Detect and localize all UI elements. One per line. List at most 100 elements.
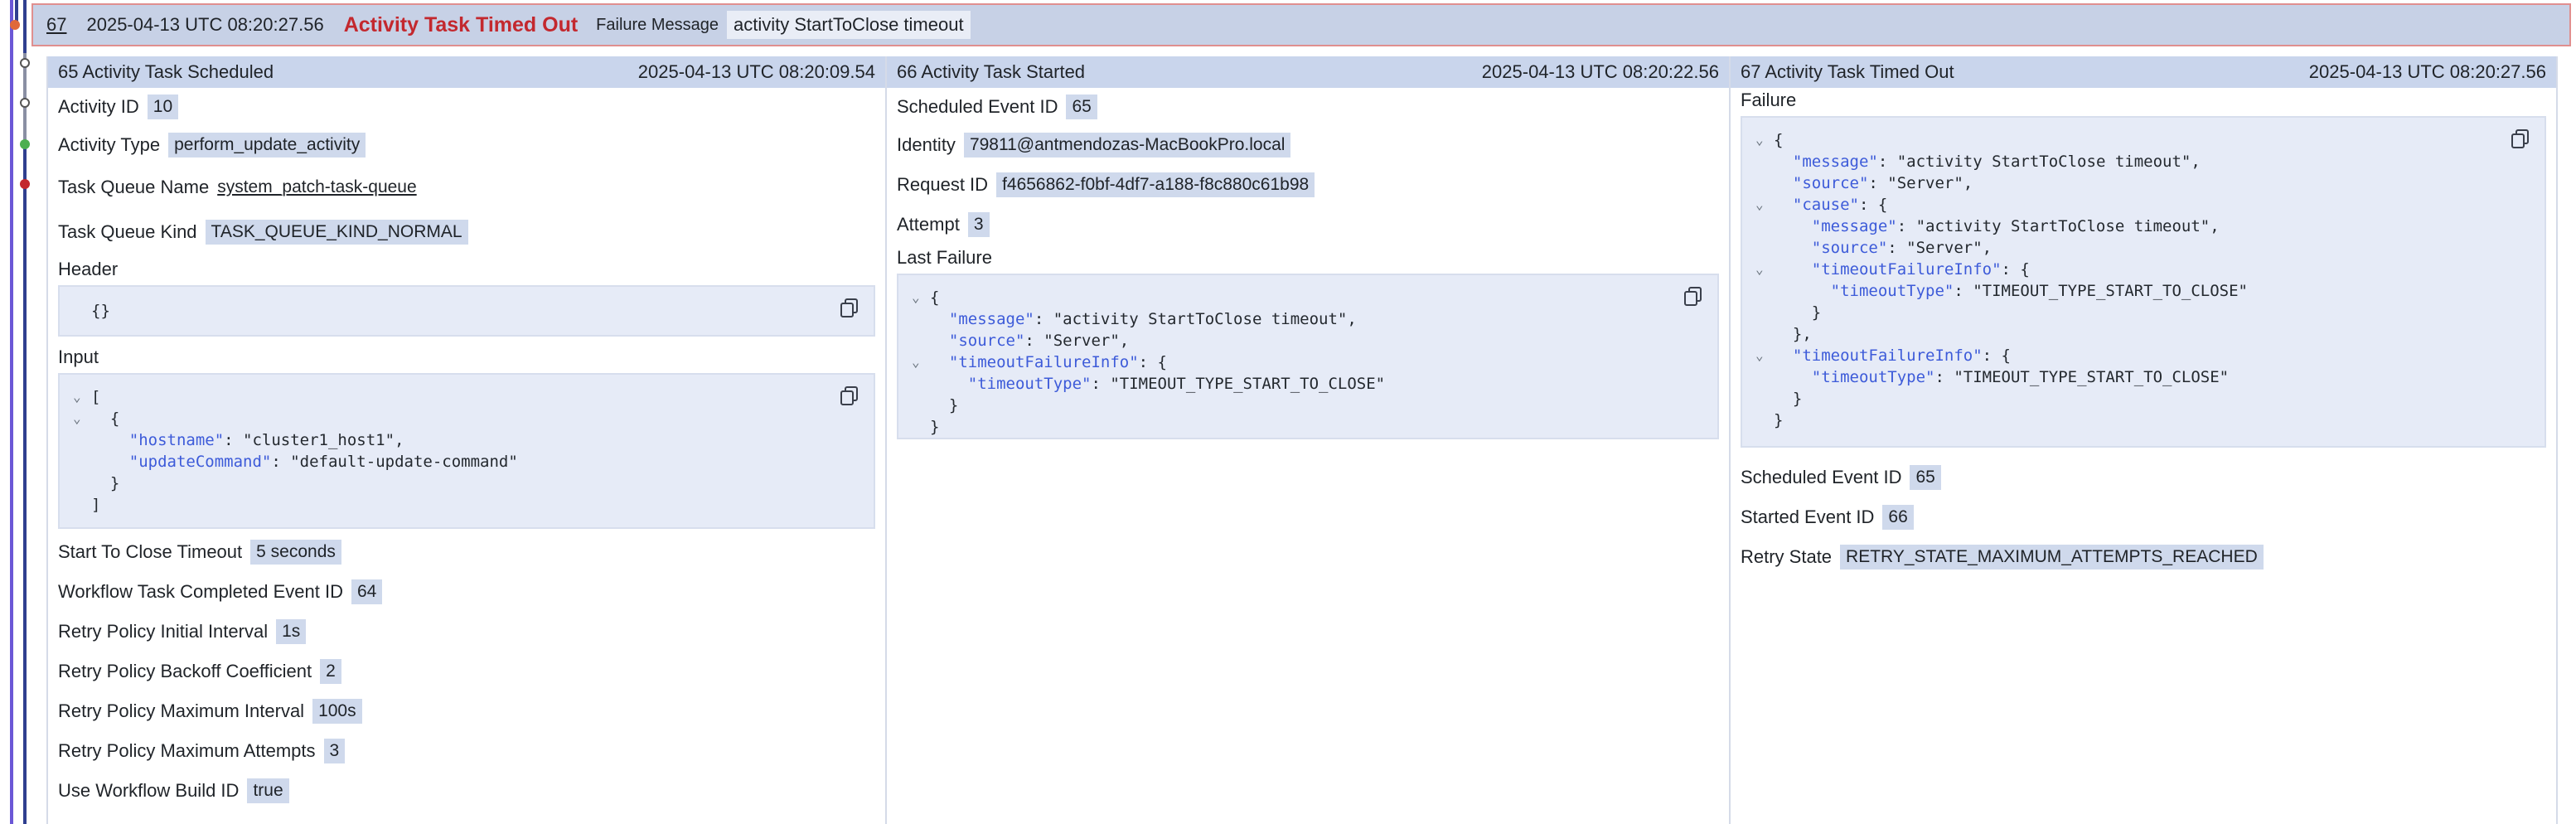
field-row: Retry State RETRY_STATE_MAXIMUM_ATTEMPTS… [1741,537,2546,577]
copy-icon[interactable] [2511,129,2530,149]
event-card-scheduled: 65 Activity Task Scheduled 2025-04-13 UT… [48,56,885,824]
card-timestamp: 2025-04-13 UTC 08:20:22.56 [1481,61,1719,82]
chevron-down-icon[interactable]: ⌄ [73,386,81,408]
field-value: 3 [323,739,346,763]
field-row: Use Workflow Build ID true [58,771,875,811]
json-key: "timeoutType" [967,375,1092,393]
json-value: : "TIMEOUT_TYPE_START_TO_CLOSE" [1091,375,1386,393]
field-value: 100s [312,699,362,724]
event-timestamp: 2025-04-13 UTC 08:20:27.56 [86,14,324,35]
timeline-line [10,0,13,824]
field-row: Activity Type perform_update_activity [58,126,875,164]
event-dot[interactable] [20,179,30,189]
event-id-link[interactable]: 67 [46,14,66,36]
chevron-down-icon[interactable]: ⌄ [1755,259,1764,280]
failure-message-label: Failure Message [596,15,719,34]
chevron-down-icon[interactable]: ⌄ [1755,129,1764,151]
json-key: "timeoutFailureInfo" [1792,347,1983,365]
json-key: "timeoutType" [1811,368,1935,386]
card-header: 66 Activity Task Started 2025-04-13 UTC … [887,56,1729,88]
chevron-down-icon[interactable]: ⌄ [912,287,920,308]
event-dot[interactable] [20,58,30,68]
chevron-down-icon[interactable]: ⌄ [73,408,81,429]
json-line: ] [91,496,101,514]
card-timestamp: 2025-04-13 UTC 08:20:09.54 [637,61,875,82]
field-row: Retry Policy Initial Interval 1s [58,612,875,652]
field-row: Attempt 3 [897,206,1719,244]
json-value: : "cluster1_host1", [224,431,404,449]
json-key: "message" [1792,153,1878,171]
field-label: Scheduled Event ID [1741,467,1902,487]
copy-icon[interactable] [840,386,859,406]
field-label: Retry Policy Backoff Coefficient [58,661,312,681]
json-key: "hostname" [128,431,225,449]
json-line: } [1811,303,1822,322]
last-failure-json-box: ⌄ { "message": "activity StartToClose tim… [897,274,1719,439]
json-value: : "activity StartToClose timeout", [1877,153,2201,171]
event-dot[interactable] [10,20,20,30]
field-row: Task Queue Kind TASK_QUEUE_KIND_NORMAL [58,211,875,254]
json-line: } [1774,411,1784,429]
json-line: } [948,396,959,414]
task-queue-link[interactable]: system_patch-task-queue [217,177,416,197]
json-value: : "activity StartToClose timeout", [1034,310,1357,328]
copy-icon[interactable] [1684,287,1702,307]
json-key: "message" [948,310,1034,328]
field-label: Use Workflow Build ID [58,780,240,801]
field-label: Request ID [897,174,989,195]
json-line: } [930,418,940,436]
field-label: Workflow Task Completed Event ID [58,581,343,602]
json-line: } [1792,390,1803,408]
field-value: 5 seconds [250,540,341,565]
json-value: : "default-update-command" [271,453,518,471]
copy-icon[interactable] [840,298,859,318]
json-value: : { [2001,260,2030,279]
field-row: Retry Policy Backoff Coefficient 2 [58,652,875,691]
field-row: Retry Policy Maximum Interval 100s [58,691,875,731]
chevron-down-icon[interactable]: ⌄ [1755,345,1764,366]
field-row: Scheduled Event ID 65 [897,88,1719,126]
field-value: 64 [351,579,383,604]
event-dot[interactable] [20,139,30,149]
field-row: Task Queue Name system_patch-task-queue [58,164,875,211]
field-label: Activity Type [58,134,161,155]
field-label: Activity ID [58,96,139,117]
field-value: true [247,778,289,803]
chevron-down-icon[interactable]: ⌄ [1755,194,1764,216]
json-line: [ [91,388,101,406]
field-row: Retry Policy Maximum Attempts 3 [58,731,875,771]
event-dot[interactable] [20,98,30,108]
field-row: Scheduled Event ID 65 [1741,458,2546,497]
json-value: : { [1982,347,2011,365]
event-details-grid: 65 Activity Task Scheduled 2025-04-13 UT… [46,56,2558,824]
json-value: : { [1138,353,1167,371]
json-value: : "Server", [1887,239,1993,257]
field-value: 65 [1066,95,1097,119]
card-header: 67 Activity Task Timed Out 2025-04-13 UT… [1731,56,2556,88]
field-row: Workflow Task Completed Event ID 64 [58,572,875,612]
card-title: 67 Activity Task Timed Out [1741,61,1954,82]
json-key: "source" [948,332,1025,350]
field-row: Activity ID 10 [58,88,875,126]
field-value: 66 [1882,505,1914,530]
card-header: 65 Activity Task Scheduled 2025-04-13 UT… [48,56,885,88]
json-value: : "TIMEOUT_TYPE_START_TO_CLOSE" [1934,368,2230,386]
field-value: 79811@antmendozas-MacBookPro.local [963,133,1291,158]
event-row-header[interactable]: 67 2025-04-13 UTC 08:20:27.56 Activity T… [31,3,2571,46]
field-label: Retry Policy Maximum Interval [58,700,305,721]
field-label: Attempt [897,214,960,235]
json-value: : "Server", [1868,174,1973,192]
field-label: Retry Policy Maximum Attempts [58,740,316,761]
field-label: Identity [897,134,956,155]
json-value: : "Server", [1024,332,1130,350]
field-row: Request ID f4656862-f0bf-4df7-a188-f8c88… [897,164,1719,206]
field-value: 3 [967,212,990,237]
field-row: Identity 79811@antmendozas-MacBookPro.lo… [897,126,1719,164]
card-timestamp: 2025-04-13 UTC 08:20:27.56 [2308,61,2546,82]
chevron-down-icon[interactable]: ⌄ [912,351,920,373]
failure-message-value: activity StartToClose timeout [727,11,971,39]
json-key: "source" [1811,239,1888,257]
card-title: 66 Activity Task Started [897,61,1086,82]
json-value: : { [1858,196,1888,214]
field-value: 2 [320,659,341,684]
